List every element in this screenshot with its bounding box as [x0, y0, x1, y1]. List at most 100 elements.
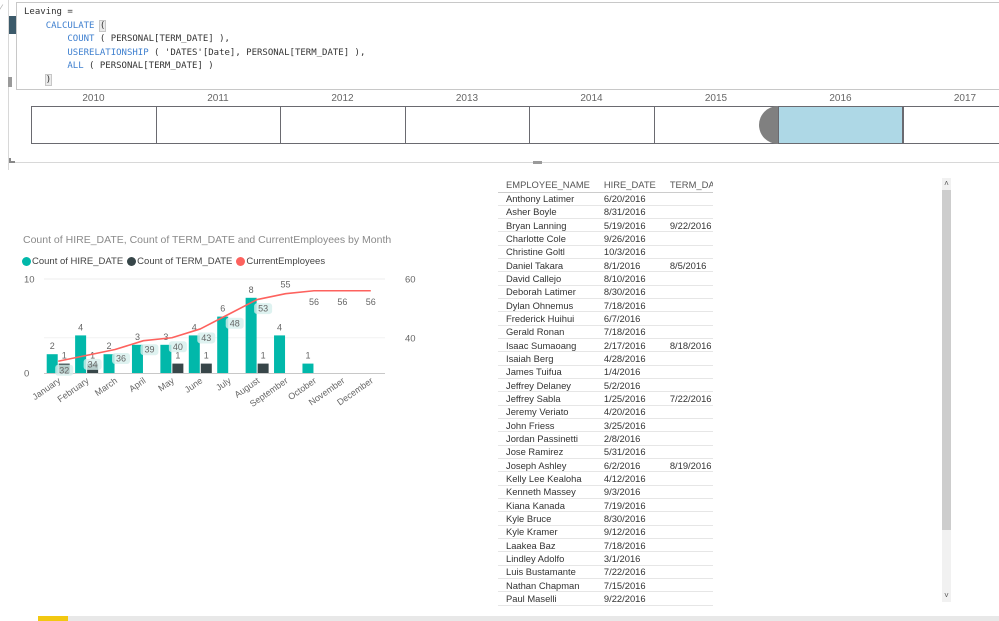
timeline-period-2012[interactable]: [280, 106, 405, 144]
table-row[interactable]: Nathan Chapman 7/15/2016: [498, 578, 713, 593]
term-date-cell: [661, 351, 713, 366]
term-date-cell: 8/18/2016: [661, 338, 713, 353]
x-tick-label: June: [183, 375, 205, 394]
timeline-period-2011[interactable]: [155, 106, 281, 144]
data-label: 3: [163, 332, 168, 342]
table-row[interactable]: Isaac Sumaoang 2/17/2016 8/18/2016: [498, 338, 713, 353]
hire-date-cell: 6/20/2016: [595, 192, 662, 206]
timeline-period-2010[interactable]: [31, 106, 156, 144]
table-row[interactable]: Charlotte Cole 9/26/2016: [498, 231, 713, 246]
column-header[interactable]: TERM_DATE: [661, 177, 713, 193]
hire-date-cell: 7/22/2016: [595, 565, 662, 580]
page-tabs-bar: [38, 616, 999, 621]
scroll-up-icon[interactable]: ˄: [942, 178, 951, 190]
table-row[interactable]: Jeffrey Delaney 5/2/2016: [498, 378, 713, 393]
table-row[interactable]: Jose Ramirez 5/31/2016: [498, 445, 713, 460]
table-row[interactable]: Bryan Lanning 5/19/2016 9/22/2016: [498, 218, 713, 233]
x-tick-label: March: [93, 375, 119, 398]
active-page-tab[interactable]: [38, 616, 68, 621]
term-date-cell: 8/19/2016: [661, 458, 713, 473]
table-row[interactable]: Anthony Latimer 6/20/2016: [498, 192, 713, 206]
table-row[interactable]: Kiana Kanada 7/19/2016: [498, 498, 713, 513]
timeline-slicer: 2010 2011 2012 2013 2014 2015 2016 2017: [9, 90, 999, 165]
term-date-cell: [661, 378, 713, 393]
hire-date-cell: 2/17/2016: [595, 338, 662, 353]
table-row[interactable]: Paul Maselli 9/22/2016: [498, 591, 713, 606]
table-row[interactable]: Kyle Bruce 8/30/2016: [498, 511, 713, 526]
resize-handle[interactable]: [8, 77, 12, 87]
employee-name-cell: Jose Ramirez: [498, 445, 596, 460]
dax-formula-editor[interactable]: Leaving = CALCULATE ( COUNT ( PERSONAL[T…: [16, 2, 999, 90]
y-right-tick-label: 40: [405, 333, 416, 344]
employee-name-cell: Charlotte Cole: [498, 231, 596, 246]
table-row[interactable]: Joseph Ashley 6/2/2016 8/19/2016: [498, 458, 713, 473]
bar-hire-september: [274, 335, 286, 373]
line-data-label: 53: [258, 304, 268, 314]
hire-date-cell: 6/7/2016: [595, 311, 662, 326]
table-row[interactable]: Lindley Adolfo 3/1/2016: [498, 551, 713, 566]
term-date-cell: [661, 325, 713, 340]
table-row[interactable]: Dylan Ohnemus 7/18/2016: [498, 298, 713, 313]
visual-resize-corner[interactable]: [9, 158, 15, 163]
hire-date-cell: 8/30/2016: [595, 285, 662, 300]
employee-name-cell: Laakea Baz: [498, 538, 596, 553]
hire-date-cell: 9/12/2016: [595, 525, 662, 540]
data-label: 4: [277, 322, 282, 332]
column-header[interactable]: HIRE_DATE: [595, 177, 662, 193]
term-date-cell: [661, 418, 713, 433]
timeline-period-2017[interactable]: [902, 106, 999, 144]
column-header[interactable]: EMPLOYEE_NAME: [498, 177, 596, 193]
timeline-period-2016[interactable]: [778, 106, 903, 144]
employee-name-cell: Jeffrey Delaney: [498, 378, 596, 393]
table-row[interactable]: Kenneth Massey 9/3/2016: [498, 485, 713, 500]
table-row[interactable]: John Friess 3/25/2016: [498, 418, 713, 433]
table-scrollbar[interactable]: ˄ ˅: [942, 178, 951, 602]
scroll-down-icon[interactable]: ˅: [942, 590, 951, 602]
bar-term-august: [257, 363, 269, 373]
term-date-cell: [661, 205, 713, 220]
hire-date-cell: 8/1/2016: [595, 258, 662, 273]
combo-chart[interactable]: Count of HIRE_DATE, Count of TERM_DATE a…: [15, 228, 435, 428]
table-row[interactable]: Jordan Passinetti 2/8/2016: [498, 431, 713, 446]
current-employees-line: [58, 289, 371, 363]
table-row[interactable]: Deborah Latimer 8/30/2016: [498, 285, 713, 300]
table-row[interactable]: David Callejo 8/10/2016: [498, 271, 713, 286]
employee-name-cell: Anthony Latimer: [498, 192, 596, 206]
term-date-cell: 7/22/2016: [661, 391, 713, 406]
table-row[interactable]: Daniel Takara 8/1/2016 8/5/2016: [498, 258, 713, 273]
edit-formula-icon[interactable]: ⁄: [0, 3, 12, 15]
table-row[interactable]: Asher Boyle 8/31/2016: [498, 205, 713, 220]
bar-term-june: [200, 363, 212, 373]
table-row[interactable]: Isaiah Berg 4/28/2016: [498, 351, 713, 366]
visual-resize-handle[interactable]: [533, 161, 542, 164]
line-data-label: 56: [309, 297, 319, 307]
hire-date-cell: 7/18/2016: [595, 538, 662, 553]
term-date-cell: [661, 365, 713, 380]
table-row[interactable]: Jeremy Veriato 4/20/2016: [498, 405, 713, 420]
table-row[interactable]: Christine Goltl 10/3/2016: [498, 245, 713, 260]
formula-line: Leaving =: [24, 7, 73, 17]
table-row[interactable]: Laakea Baz 7/18/2016: [498, 538, 713, 553]
table-row[interactable]: Gerald Ronan 7/18/2016: [498, 325, 713, 340]
employee-name-cell: Jeremy Veriato: [498, 405, 596, 420]
table-row[interactable]: James Tuifua 1/4/2016: [498, 365, 713, 380]
timeline-period-2014[interactable]: [529, 106, 654, 144]
term-date-cell: 9/22/2016: [661, 218, 713, 233]
hire-date-cell: 3/1/2016: [595, 551, 662, 566]
term-date-cell: [661, 525, 713, 540]
employee-name-cell: Daniel Takara: [498, 258, 596, 273]
hire-date-cell: 9/22/2016: [595, 591, 662, 606]
dax-token: ): [44, 73, 53, 86]
table-row[interactable]: Frederick Huihui 6/7/2016: [498, 311, 713, 326]
table-row[interactable]: Kyle Kramer 9/12/2016: [498, 525, 713, 540]
timeline-period-2013[interactable]: [404, 106, 530, 144]
employee-name-cell: Kiana Kanada: [498, 498, 596, 513]
x-tick-label: May: [156, 375, 176, 393]
table-row[interactable]: Luis Bustamante 7/22/2016: [498, 565, 713, 580]
x-tick-label: April: [127, 375, 147, 394]
table-row[interactable]: Kelly Lee Kealoha 4/12/2016: [498, 471, 713, 486]
scrollbar-thumb[interactable]: [942, 190, 951, 530]
table-row[interactable]: Jeffrey Sabla 1/25/2016 7/22/2016: [498, 391, 713, 406]
timeline-year-label: 2013: [455, 93, 479, 104]
dax-formula-code[interactable]: Leaving = CALCULATE ( COUNT ( PERSONAL[T…: [17, 3, 999, 88]
